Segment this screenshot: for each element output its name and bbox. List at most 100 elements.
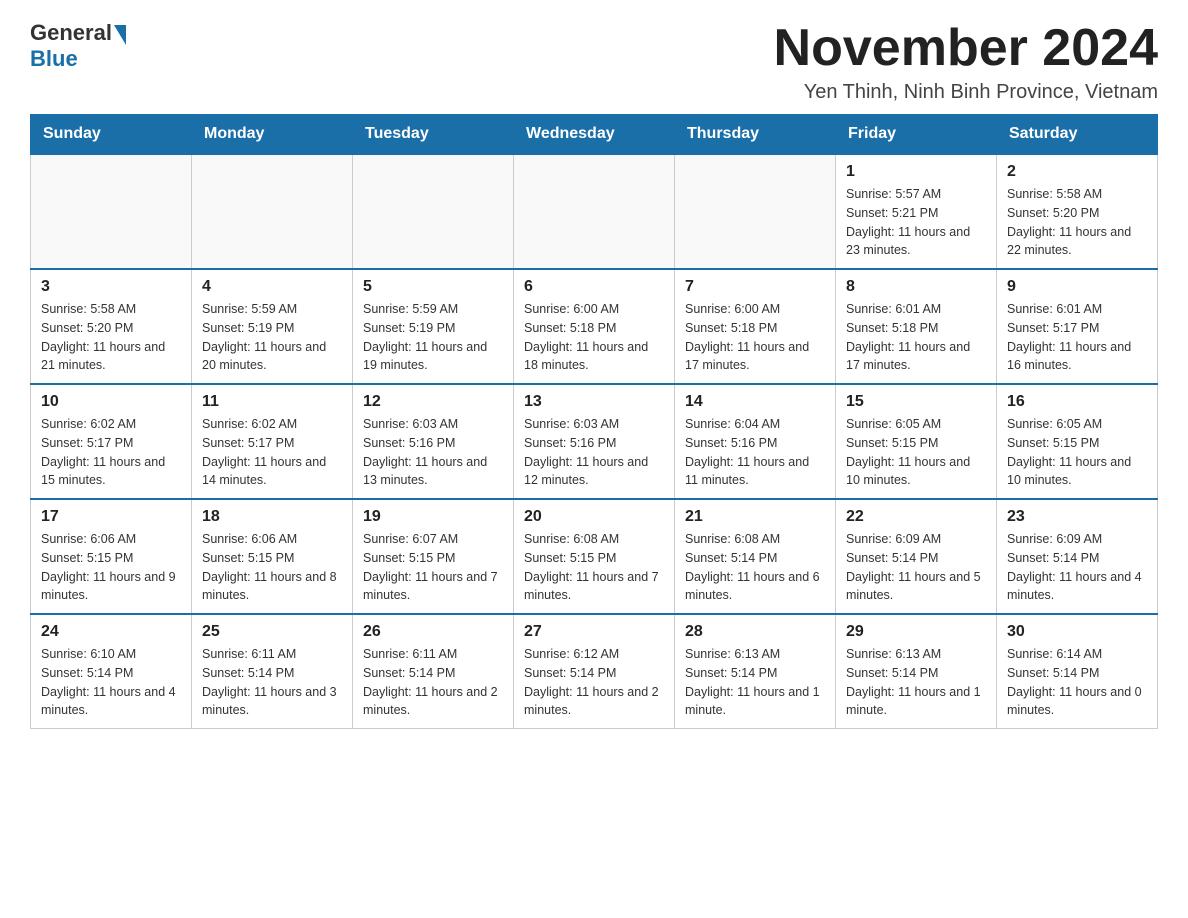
day-info: Sunrise: 6:11 AM Sunset: 5:14 PM Dayligh…: [363, 645, 503, 720]
day-number: 17: [41, 508, 181, 526]
calendar-cell: 2Sunrise: 5:58 AM Sunset: 5:20 PM Daylig…: [997, 154, 1158, 269]
calendar-cell: 9Sunrise: 6:01 AM Sunset: 5:17 PM Daylig…: [997, 269, 1158, 384]
day-number: 29: [846, 623, 986, 641]
day-number: 3: [41, 278, 181, 296]
calendar-cell: 6 Sunrise: 6:00 AM Sunset: 5:18 PM Daylig…: [514, 269, 675, 384]
day-info: Sunrise: 5:57 AM Sunset: 5:21 PM Dayligh…: [846, 185, 986, 260]
day-number: 25: [202, 623, 342, 641]
calendar-cell: 1 Sunrise: 5:57 AM Sunset: 5:21 PM Daylig…: [836, 154, 997, 269]
calendar-cell: 14 Sunrise: 6:04 AM Sunset: 5:16 PM Dayli…: [675, 384, 836, 499]
day-info: Sunrise: 6:09 AM Sunset: 5:14 PM Dayligh…: [1007, 530, 1147, 605]
week-row-4: 17 Sunrise: 6:06 AM Sunset: 5:15 PM Dayli…: [31, 499, 1158, 614]
day-number: 6: [524, 278, 664, 296]
day-info: Sunrise: 6:06 AM Sunset: 5:15 PM Dayligh…: [41, 530, 181, 605]
logo: General Blue: [30, 20, 126, 72]
week-row-1: 1 Sunrise: 5:57 AM Sunset: 5:21 PM Daylig…: [31, 154, 1158, 269]
calendar-cell: 22 Sunrise: 6:09 AM Sunset: 5:14 PM Dayli…: [836, 499, 997, 614]
weekday-header-sunday: Sunday: [31, 115, 192, 155]
calendar-cell: [31, 154, 192, 269]
day-number: 8: [846, 278, 986, 296]
calendar-cell: 29 Sunrise: 6:13 AM Sunset: 5:14 PM Dayli…: [836, 614, 997, 729]
calendar-cell: 8 Sunrise: 6:01 AM Sunset: 5:18 PM Daylig…: [836, 269, 997, 384]
calendar-cell: [353, 154, 514, 269]
day-info: Sunrise: 6:09 AM Sunset: 5:14 PM Dayligh…: [846, 530, 986, 605]
calendar-cell: 5 Sunrise: 5:59 AM Sunset: 5:19 PM Daylig…: [353, 269, 514, 384]
day-number: 18: [202, 508, 342, 526]
calendar-cell: 25 Sunrise: 6:11 AM Sunset: 5:14 PM Dayli…: [192, 614, 353, 729]
calendar-cell: 17 Sunrise: 6:06 AM Sunset: 5:15 PM Dayli…: [31, 499, 192, 614]
day-number: 24: [41, 623, 181, 641]
day-info: Sunrise: 6:02 AM Sunset: 5:17 PM Dayligh…: [41, 415, 181, 490]
calendar-cell: 3Sunrise: 5:58 AM Sunset: 5:20 PM Daylig…: [31, 269, 192, 384]
day-info: Sunrise: 6:00 AM Sunset: 5:18 PM Dayligh…: [685, 300, 825, 375]
calendar-cell: 27 Sunrise: 6:12 AM Sunset: 5:14 PM Dayli…: [514, 614, 675, 729]
calendar-cell: 24 Sunrise: 6:10 AM Sunset: 5:14 PM Dayli…: [31, 614, 192, 729]
calendar-cell: 4Sunrise: 5:59 AM Sunset: 5:19 PM Daylig…: [192, 269, 353, 384]
day-info: Sunrise: 6:01 AM Sunset: 5:18 PM Dayligh…: [846, 300, 986, 375]
day-info: Sunrise: 6:13 AM Sunset: 5:14 PM Dayligh…: [846, 645, 986, 720]
weekday-header-tuesday: Tuesday: [353, 115, 514, 155]
calendar-cell: 19 Sunrise: 6:07 AM Sunset: 5:15 PM Dayli…: [353, 499, 514, 614]
day-number: 4: [202, 278, 342, 296]
day-info: Sunrise: 5:58 AM Sunset: 5:20 PM Dayligh…: [1007, 185, 1147, 260]
calendar-cell: [675, 154, 836, 269]
weekday-header-monday: Monday: [192, 115, 353, 155]
logo-general-text: General: [30, 20, 112, 46]
week-row-5: 24 Sunrise: 6:10 AM Sunset: 5:14 PM Dayli…: [31, 614, 1158, 729]
calendar-cell: 15Sunrise: 6:05 AM Sunset: 5:15 PM Dayli…: [836, 384, 997, 499]
calendar-cell: [192, 154, 353, 269]
day-info: Sunrise: 5:59 AM Sunset: 5:19 PM Dayligh…: [363, 300, 503, 375]
day-info: Sunrise: 6:12 AM Sunset: 5:14 PM Dayligh…: [524, 645, 664, 720]
calendar-cell: 21 Sunrise: 6:08 AM Sunset: 5:14 PM Dayli…: [675, 499, 836, 614]
day-number: 13: [524, 393, 664, 411]
calendar-table: SundayMondayTuesdayWednesdayThursdayFrid…: [30, 114, 1158, 729]
weekday-header-saturday: Saturday: [997, 115, 1158, 155]
weekday-header-friday: Friday: [836, 115, 997, 155]
weekday-header-thursday: Thursday: [675, 115, 836, 155]
calendar-cell: 30Sunrise: 6:14 AM Sunset: 5:14 PM Dayli…: [997, 614, 1158, 729]
day-number: 28: [685, 623, 825, 641]
day-info: Sunrise: 6:04 AM Sunset: 5:16 PM Dayligh…: [685, 415, 825, 490]
weekday-header-row: SundayMondayTuesdayWednesdayThursdayFrid…: [31, 115, 1158, 155]
day-number: 9: [1007, 278, 1147, 296]
logo-arrow-icon: [114, 25, 126, 45]
day-number: 26: [363, 623, 503, 641]
day-info: Sunrise: 6:03 AM Sunset: 5:16 PM Dayligh…: [363, 415, 503, 490]
day-number: 30: [1007, 623, 1147, 641]
day-info: Sunrise: 6:05 AM Sunset: 5:15 PM Dayligh…: [1007, 415, 1147, 490]
day-number: 10: [41, 393, 181, 411]
calendar-cell: 11Sunrise: 6:02 AM Sunset: 5:17 PM Dayli…: [192, 384, 353, 499]
location-subtitle: Yen Thinh, Ninh Binh Province, Vietnam: [774, 81, 1158, 104]
day-number: 14: [685, 393, 825, 411]
weekday-header-wednesday: Wednesday: [514, 115, 675, 155]
calendar-cell: 7 Sunrise: 6:00 AM Sunset: 5:18 PM Daylig…: [675, 269, 836, 384]
day-number: 7: [685, 278, 825, 296]
day-info: Sunrise: 6:08 AM Sunset: 5:15 PM Dayligh…: [524, 530, 664, 605]
day-number: 23: [1007, 508, 1147, 526]
day-info: Sunrise: 6:10 AM Sunset: 5:14 PM Dayligh…: [41, 645, 181, 720]
day-info: Sunrise: 6:11 AM Sunset: 5:14 PM Dayligh…: [202, 645, 342, 720]
day-info: Sunrise: 6:07 AM Sunset: 5:15 PM Dayligh…: [363, 530, 503, 605]
day-number: 1: [846, 163, 986, 181]
calendar-cell: 20 Sunrise: 6:08 AM Sunset: 5:15 PM Dayli…: [514, 499, 675, 614]
day-number: 21: [685, 508, 825, 526]
day-number: 12: [363, 393, 503, 411]
day-info: Sunrise: 6:08 AM Sunset: 5:14 PM Dayligh…: [685, 530, 825, 605]
day-number: 19: [363, 508, 503, 526]
calendar-cell: 23 Sunrise: 6:09 AM Sunset: 5:14 PM Dayli…: [997, 499, 1158, 614]
day-number: 20: [524, 508, 664, 526]
day-info: Sunrise: 6:03 AM Sunset: 5:16 PM Dayligh…: [524, 415, 664, 490]
day-number: 11: [202, 393, 342, 411]
calendar-cell: 13 Sunrise: 6:03 AM Sunset: 5:16 PM Dayli…: [514, 384, 675, 499]
day-info: Sunrise: 6:05 AM Sunset: 5:15 PM Dayligh…: [846, 415, 986, 490]
day-number: 5: [363, 278, 503, 296]
day-number: 27: [524, 623, 664, 641]
calendar-cell: 28Sunrise: 6:13 AM Sunset: 5:14 PM Dayli…: [675, 614, 836, 729]
calendar-cell: 10 Sunrise: 6:02 AM Sunset: 5:17 PM Dayli…: [31, 384, 192, 499]
day-info: Sunrise: 6:06 AM Sunset: 5:15 PM Dayligh…: [202, 530, 342, 605]
calendar-cell: 12 Sunrise: 6:03 AM Sunset: 5:16 PM Dayli…: [353, 384, 514, 499]
week-row-3: 10 Sunrise: 6:02 AM Sunset: 5:17 PM Dayli…: [31, 384, 1158, 499]
day-info: Sunrise: 6:00 AM Sunset: 5:18 PM Dayligh…: [524, 300, 664, 375]
day-number: 22: [846, 508, 986, 526]
month-year-title: November 2024: [774, 20, 1158, 77]
